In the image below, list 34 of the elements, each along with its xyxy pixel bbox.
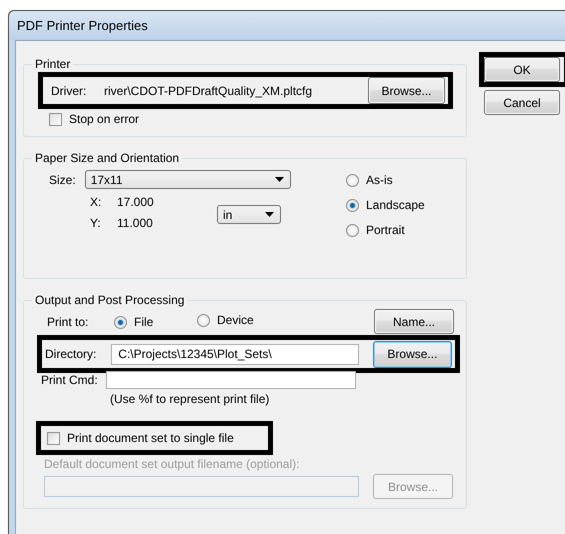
dialog-button[interactable]: OK (484, 57, 560, 82)
group-title: Output and Post Processing (34, 293, 186, 307)
size-dropdown[interactable]: 17x11 (84, 170, 291, 189)
radio-button[interactable]: File (114, 315, 154, 330)
hint-text: (Use %f to represent print file) (110, 392, 270, 406)
print-command-field[interactable] (106, 371, 356, 389)
radio-button[interactable]: Device (197, 313, 254, 328)
field-label: Print Cmd: (41, 373, 99, 387)
group-title: Printer (34, 57, 72, 71)
directory-field[interactable]: C:\Projects\12345\Plot_Sets\ (111, 344, 359, 364)
name-button[interactable]: Name... (374, 309, 454, 334)
window-title: PDF Printer Properties (17, 18, 148, 33)
radio-button[interactable]: Portrait (346, 223, 425, 237)
caret-icon (274, 177, 284, 182)
field-label: Driver: (51, 84, 88, 98)
driver-path: river\CDOT-PDFDraftQuality_XM.pltcfg (104, 84, 314, 98)
field-label: Directory: (45, 347, 98, 361)
group-title: Paper Size and Orientation (34, 151, 180, 165)
units-dropdown[interactable]: in (217, 205, 281, 224)
field-label: X: (90, 195, 102, 209)
checkbox[interactable]: Print document set to single file (47, 431, 234, 445)
browse-button[interactable]: Browse... (372, 340, 452, 368)
dimension-value: 11.000 (117, 216, 154, 230)
radio-button[interactable]: As-is (346, 173, 425, 187)
dialog-button[interactable]: Cancel (484, 90, 560, 115)
dimension-value: 17.000 (117, 195, 155, 209)
caret-icon (265, 212, 274, 217)
field-label: Default document set output filename (optional): (44, 457, 300, 471)
browse-button[interactable]: Browse... (368, 77, 445, 104)
field-label: Y: (90, 216, 102, 230)
field-label: Size: (49, 172, 76, 186)
radio-button[interactable]: Landscape (346, 198, 425, 212)
field-label: Print to: (47, 314, 90, 328)
checkbox[interactable]: Stop on error (49, 112, 140, 126)
